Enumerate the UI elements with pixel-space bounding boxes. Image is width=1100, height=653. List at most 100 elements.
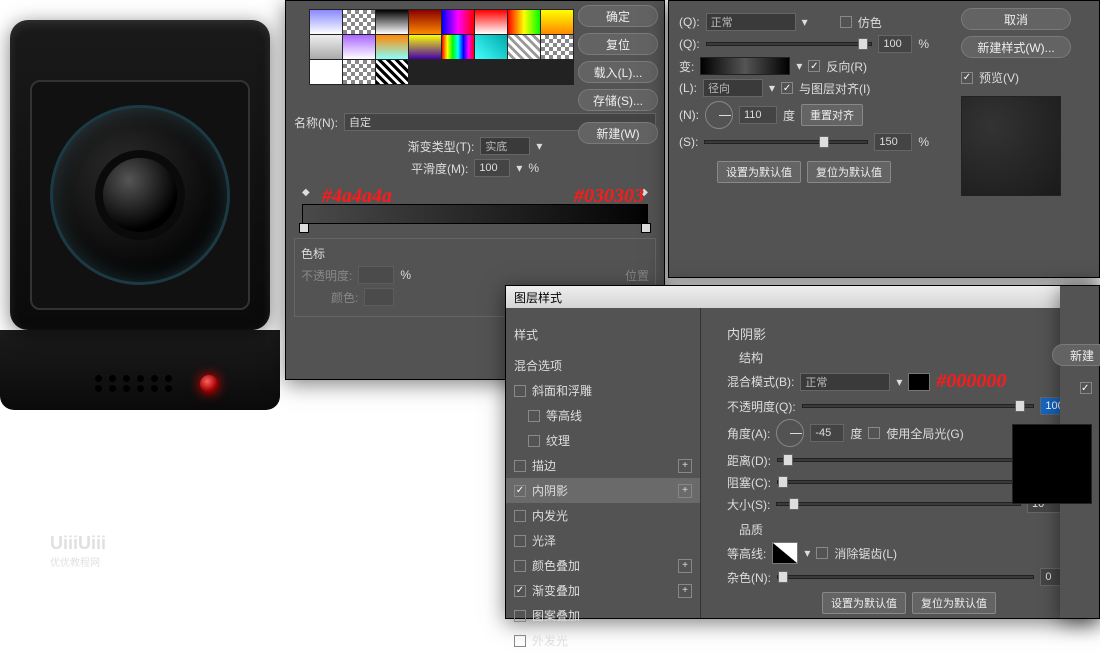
new-style-button[interactable]: 新建样式(W)... [961, 36, 1071, 58]
gradient-editor[interactable]: ◆◆ #4a4a4a #030303 [302, 187, 648, 224]
style-checkbox[interactable] [514, 485, 526, 497]
watermark: UiiiUiii 优优教程网 [50, 533, 106, 569]
style-label: (L): [679, 81, 697, 95]
preview-label: 预览(V) [979, 69, 1019, 86]
chevron-down-icon: ▾ [516, 161, 522, 175]
pct-unit: % [918, 135, 929, 149]
grad-type-select[interactable]: 实底 [480, 137, 530, 155]
reset-default-button[interactable]: 复位为默认值 [807, 161, 891, 183]
style-item-gradOverlay[interactable]: 渐变叠加+ [506, 578, 700, 603]
distance-label: 距离(D): [727, 452, 771, 469]
style-checkbox[interactable] [514, 585, 526, 597]
inner-blend-select[interactable]: 正常 [800, 373, 890, 391]
style-item-innerShadow[interactable]: 内阴影+ [506, 478, 700, 503]
style-select[interactable]: 径向 [703, 79, 763, 97]
position-label: 位置 [625, 267, 649, 284]
opacity-label: 不透明度(Q): [727, 398, 796, 415]
dither-checkbox[interactable] [840, 16, 852, 28]
chevron-down-icon: ▾ [896, 375, 902, 389]
reset-button[interactable]: 复位 [578, 33, 658, 55]
style-checkbox[interactable] [514, 510, 526, 522]
pct-unit: % [528, 161, 539, 175]
reset-default-button[interactable]: 复位为默认值 [912, 592, 996, 614]
style-checkbox[interactable] [514, 460, 526, 472]
style-item-innerGlow[interactable]: 内发光 [506, 503, 700, 528]
add-effect-button[interactable]: + [678, 459, 692, 473]
name-label: 名称(N): [294, 114, 338, 131]
style-item-label: 纹理 [546, 432, 570, 449]
angle-label: 角度(A): [727, 425, 770, 442]
global-light-checkbox[interactable] [868, 427, 880, 439]
grad-label: 变: [679, 58, 694, 75]
angle-label: (N): [679, 108, 699, 122]
chevron-down-icon: ▾ [536, 139, 542, 153]
camera-base [0, 330, 280, 410]
contour-label: 等高线: [727, 545, 766, 562]
set-default-button[interactable]: 设置为默认值 [717, 161, 801, 183]
inner-angle-input[interactable] [810, 424, 844, 442]
style-item-satin[interactable]: 光泽 [506, 528, 700, 553]
style-checkbox[interactable] [514, 535, 526, 547]
preview-checkbox[interactable] [1080, 382, 1092, 394]
preset-gradients[interactable] [309, 9, 574, 85]
antialias-checkbox[interactable] [816, 547, 828, 559]
reset-align-button[interactable]: 重置对齐 [801, 104, 863, 126]
smoothness-label: 平滑度(M): [411, 160, 468, 177]
stop-opacity-input [358, 266, 394, 284]
new-button[interactable]: 新建(W) [578, 122, 658, 144]
angle-dial[interactable] [705, 101, 733, 129]
style-item-texture[interactable]: 纹理 [506, 428, 700, 453]
angle-dial[interactable] [776, 419, 804, 447]
style-item-pattern[interactable]: 图案叠加 [506, 603, 700, 628]
style-checkbox[interactable] [514, 385, 526, 397]
set-default-button[interactable]: 设置为默认值 [822, 592, 906, 614]
color-annot: #000000 [936, 370, 1006, 393]
scale-input[interactable] [874, 133, 912, 151]
style-item-label: 光泽 [532, 532, 556, 549]
color-annot-left: #4a4a4a [322, 185, 392, 208]
add-effect-button[interactable]: + [678, 584, 692, 598]
color-annot-right: #030303 [574, 185, 644, 208]
gradient-buttons: 确定 复位 载入(L)... 存储(S)... 新建(W) [578, 2, 666, 144]
preview-box [1012, 424, 1092, 504]
overlay-opacity-input[interactable] [878, 35, 912, 53]
style-item-stroke[interactable]: 描边+ [506, 453, 700, 478]
gradient-preview[interactable] [700, 57, 790, 75]
angle-input[interactable] [739, 106, 777, 124]
opacity-prefix: (Q): [679, 37, 700, 51]
style-checkbox[interactable] [514, 635, 526, 647]
style-item-label: 图案叠加 [532, 607, 580, 624]
global-light-label: 使用全局光(G) [886, 425, 963, 442]
align-checkbox[interactable] [781, 82, 793, 94]
style-item-outerGlow[interactable]: 外发光 [506, 628, 700, 653]
style-checkbox[interactable] [528, 435, 540, 447]
contour-swatch[interactable] [772, 542, 798, 564]
chevron-down-icon: ▾ [804, 546, 810, 560]
style-item-label: 外发光 [532, 632, 568, 649]
style-item-contour[interactable]: 等高线 [506, 403, 700, 428]
new-style-partial-button[interactable]: 新建 [1052, 344, 1100, 366]
style-item-bevel[interactable]: 斜面和浮雕 [506, 378, 700, 403]
add-effect-button[interactable]: + [678, 559, 692, 573]
smoothness-input[interactable] [474, 159, 510, 177]
style-checkbox[interactable] [514, 560, 526, 572]
gradient-overlay-panel: 取消 新建样式(W)... 预览(V) (Q): 正常 ▾ 仿色 (Q): % … [668, 0, 1100, 278]
reverse-checkbox[interactable] [808, 60, 820, 72]
style-item-label: 颜色叠加 [532, 557, 580, 574]
style-item-label: 内发光 [532, 507, 568, 524]
preview-checkbox[interactable] [961, 72, 973, 84]
cancel-button[interactable]: 取消 [961, 8, 1071, 30]
inner-shadow-title: 内阴影 [727, 324, 1091, 343]
add-effect-button[interactable]: + [678, 484, 692, 498]
shadow-color-swatch[interactable] [908, 373, 930, 391]
ok-button[interactable]: 确定 [578, 5, 658, 27]
quality-label: 品质 [739, 521, 1091, 538]
blending-options-item[interactable]: 混合选项 [506, 353, 700, 378]
grad-type-label: 渐变类型(T): [408, 138, 475, 155]
save-button[interactable]: 存储(S)... [578, 89, 658, 111]
load-button[interactable]: 载入(L)... [578, 61, 658, 83]
style-checkbox[interactable] [528, 410, 540, 422]
blend-mode-select[interactable]: 正常 [706, 13, 796, 31]
style-item-colorOverlay[interactable]: 颜色叠加 + [506, 553, 700, 578]
style-checkbox[interactable] [514, 610, 526, 622]
